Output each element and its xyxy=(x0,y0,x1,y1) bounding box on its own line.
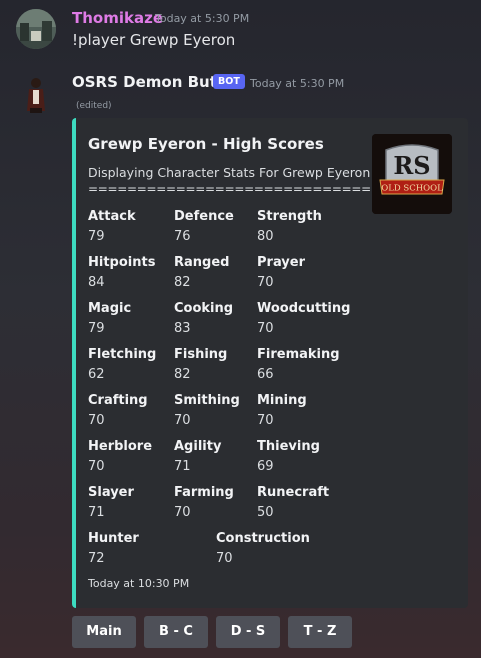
message-timestamp: Today at 5:30 PM xyxy=(155,12,250,25)
stat-value: 69 xyxy=(257,459,274,474)
stat-name: Defence xyxy=(174,209,234,224)
stat-value: 83 xyxy=(174,321,191,336)
stat-name: Farming xyxy=(174,485,234,500)
stat-value: 66 xyxy=(257,367,274,382)
stat-value: 80 xyxy=(257,229,274,244)
stat-value: 70 xyxy=(216,551,233,566)
stat-value: 82 xyxy=(174,275,191,290)
edited-label: (edited) xyxy=(76,101,112,111)
stat-value: 70 xyxy=(257,321,274,336)
stat-name: Strength xyxy=(257,209,322,224)
stat-name: Hitpoints xyxy=(88,255,156,270)
stat-value: 71 xyxy=(174,459,191,474)
stat-name: Construction xyxy=(216,531,310,546)
stat-value: 70 xyxy=(257,275,274,290)
stat-name: Thieving xyxy=(257,439,320,454)
stat-value: 70 xyxy=(88,413,105,428)
stat-name: Firemaking xyxy=(257,347,340,362)
stat-name: Cooking xyxy=(174,301,234,316)
stat-name: Fletching xyxy=(88,347,157,362)
username[interactable]: Thomikaze xyxy=(72,9,163,27)
stat-name: Attack xyxy=(88,209,136,224)
stat-name: Crafting xyxy=(88,393,148,408)
b-c-button[interactable]: B - C xyxy=(144,616,208,648)
stat-name: Slayer xyxy=(88,485,134,500)
stat-value: 70 xyxy=(88,459,105,474)
d-s-button[interactable]: D - S xyxy=(216,616,280,648)
stat-value: 76 xyxy=(174,229,191,244)
embed-description: Displaying Character Stats For Grewp Eye… xyxy=(88,165,371,180)
stat-name: Mining xyxy=(257,393,307,408)
stat-name: Hunter xyxy=(88,531,139,546)
stat-name: Herblore xyxy=(88,439,153,454)
t-z-button[interactable]: T - Z xyxy=(288,616,352,648)
embed-divider-text: ============================== xyxy=(88,182,381,196)
stat-value: 82 xyxy=(174,367,191,382)
stat-value: 79 xyxy=(88,321,105,336)
stat-value: 84 xyxy=(88,275,105,290)
stat-value: 70 xyxy=(257,413,274,428)
stat-name: Runecraft xyxy=(257,485,330,500)
stat-name: Prayer xyxy=(257,255,306,270)
embed-title: Grewp Eyeron - High Scores xyxy=(88,135,324,153)
stat-name: Ranged xyxy=(174,255,230,270)
logo-old-school-text: OLD SCHOOL xyxy=(381,184,443,194)
bot-avatar[interactable] xyxy=(16,75,56,115)
bot-badge: BOT xyxy=(213,74,245,89)
logo-rs-text: RS xyxy=(393,151,430,180)
stat-name: Magic xyxy=(88,301,132,316)
stat-value: 70 xyxy=(174,505,191,520)
embed-footer-timestamp: Today at 10:30 PM xyxy=(88,577,190,590)
stat-value: 62 xyxy=(88,367,105,382)
stat-name: Smithing xyxy=(174,393,240,408)
stat-value: 70 xyxy=(174,413,191,428)
message-timestamp: Today at 5:30 PM xyxy=(250,77,345,90)
stat-value: 50 xyxy=(257,505,274,520)
stat-name: Agility xyxy=(174,439,222,454)
user-avatar[interactable] xyxy=(16,9,56,49)
stat-name: Woodcutting xyxy=(257,301,351,316)
osrs-logo-thumbnail[interactable]: RS OLD SCHOOL xyxy=(372,134,452,214)
message-content: !player Grewp Eyeron xyxy=(72,31,236,49)
main-button[interactable]: Main xyxy=(72,616,136,648)
stat-value: 71 xyxy=(88,505,105,520)
stat-value: 72 xyxy=(88,551,105,566)
stat-name: Fishing xyxy=(174,347,228,362)
stat-value: 79 xyxy=(88,229,105,244)
